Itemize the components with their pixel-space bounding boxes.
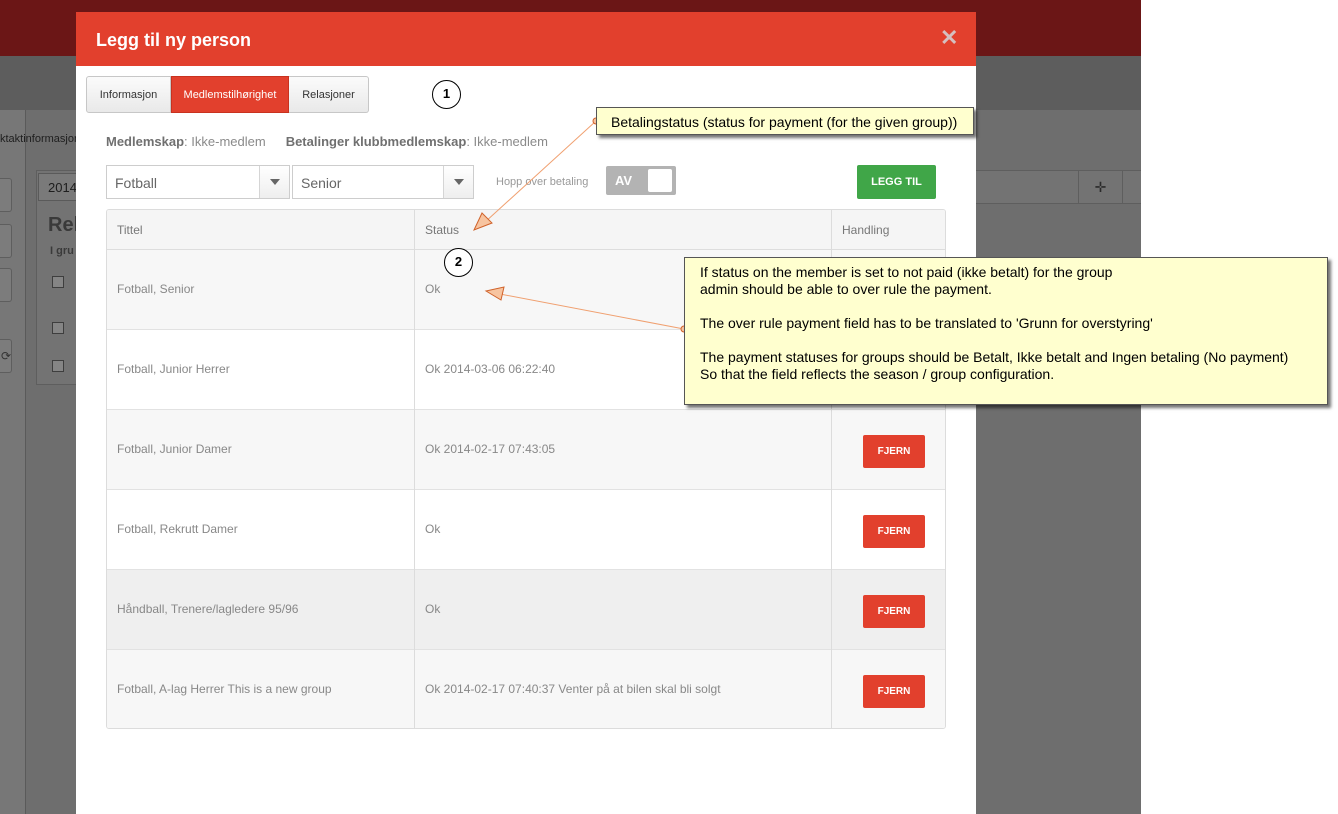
annotation-marker-1: 1 [432, 80, 461, 109]
annotation-arrow-line-2 [499, 293, 685, 330]
annotation-line: The payment statuses for groups should b… [700, 349, 1289, 365]
annotation-marker-2: 2 [444, 248, 473, 277]
screenshot-stage: ktaktinformasjon ⟳ 2014 Rel I gru ✛ Legg… [0, 0, 1338, 814]
annotation-line: admin should be able to over rule the pa… [700, 281, 992, 297]
annotation-arrowhead-2 [484, 286, 505, 301]
annotation-paragraph: The over rule payment field has to be tr… [700, 315, 1327, 332]
annotation-paragraph: The payment statuses for groups should b… [700, 349, 1327, 383]
annotation-line: If status on the member is set to not pa… [700, 264, 1113, 280]
annotation-note-payment-status: Betalingstatus (status for payment (for … [596, 107, 974, 135]
annotation-line: So that the field reflects the season / … [700, 366, 1055, 382]
annotation-paragraph: If status on the member is set to not pa… [700, 264, 1327, 298]
annotation-arrowhead-1 [473, 212, 493, 231]
annotation-arrow-line-1 [483, 120, 597, 224]
annotation-line: The over rule payment field has to be tr… [700, 315, 1153, 331]
annotation-note-override: If status on the member is set to not pa… [684, 257, 1328, 405]
